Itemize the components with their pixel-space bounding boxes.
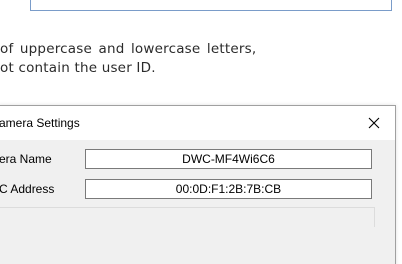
camera-name-row: era Name DWC-MF4Wi6C6 [0, 149, 395, 169]
dialog-titlebar: amera Settings [0, 106, 395, 140]
mac-address-row: C Address 00:0D:F1:2B:7B:CB [0, 179, 395, 199]
top-input-field[interactable] [30, 0, 392, 11]
camera-settings-dialog: amera Settings era Name DWC-MF4Wi6C6 C A… [0, 105, 396, 264]
camera-name-label: era Name [0, 152, 52, 166]
mac-address-field: 00:0D:F1:2B:7B:CB [85, 179, 372, 199]
close-icon [368, 117, 380, 129]
instructions-line-1: of uppercase and lowercase letters, [0, 41, 257, 57]
settings-groupbox [0, 207, 375, 227]
dialog-title: amera Settings [0, 116, 80, 130]
camera-name-field[interactable]: DWC-MF4Wi6C6 [85, 149, 372, 169]
instructions-line-2: ot contain the user ID. [0, 60, 156, 76]
mac-address-label: C Address [0, 182, 55, 196]
close-button[interactable] [357, 106, 391, 140]
